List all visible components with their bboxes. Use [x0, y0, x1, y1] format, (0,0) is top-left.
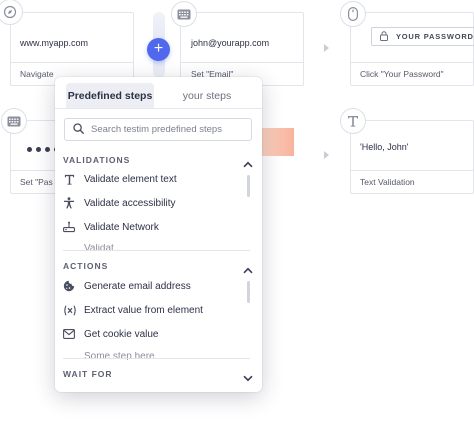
step-card-set-email[interactable]: john@yourapp.com Set "Email" — [180, 12, 304, 86]
actions-scrollbar[interactable] — [247, 281, 250, 303]
tab-divider — [55, 108, 262, 109]
password-placeholder: YOUR PASSWORD — [396, 32, 474, 41]
accessibility-icon — [63, 197, 75, 209]
search-input[interactable]: Search testim predefined steps — [64, 118, 252, 141]
predefined-steps-popup: Predefined steps your steps Search testi… — [55, 77, 262, 392]
section-title: VALIDATIONS — [63, 155, 131, 165]
flow-arrow-icon — [324, 44, 329, 52]
step-card-body: www.myapp.com — [11, 13, 133, 63]
step-item-label: Get cookie value — [84, 328, 159, 340]
step-value: 'Hello, John' — [360, 142, 409, 152]
step-item-validate-element-text[interactable]: Validate element text — [63, 171, 177, 187]
section-actions-header[interactable]: ACTIONS — [55, 260, 262, 274]
step-item-generate-email[interactable]: Generate email address — [63, 278, 191, 294]
variable-icon — [63, 304, 77, 316]
search-icon — [73, 121, 84, 139]
search-placeholder: Search testim predefined steps — [91, 124, 222, 135]
step-item-label: Extract value from element — [84, 304, 203, 316]
step-item-validate-network[interactable]: Validate Network — [63, 219, 159, 235]
step-card-body: 'Hello, John' — [351, 121, 473, 171]
step-card-navigate[interactable]: www.myapp.com Navigate — [10, 12, 134, 86]
step-card-body: john@yourapp.com — [181, 13, 303, 63]
popup-tabs: Predefined steps your steps — [55, 77, 262, 108]
text-icon — [63, 173, 75, 185]
section-title: ACTIONS — [63, 261, 109, 271]
section-title: WAIT FOR — [63, 369, 113, 379]
step-item-extract-value[interactable]: Extract value from element — [63, 302, 203, 318]
section-wait-for-header[interactable]: WAIT FOR — [55, 368, 262, 382]
step-card-body: YOUR PASSWORD — [351, 13, 474, 63]
step-label: Text Validation — [360, 177, 415, 187]
step-item-label: Validate accessibility — [84, 197, 176, 209]
step-value: www.myapp.com — [20, 38, 89, 48]
step-card-click-password[interactable]: YOUR PASSWORD Click "Your Password" — [350, 12, 474, 86]
tab-predefined-steps[interactable]: Predefined steps — [66, 83, 154, 108]
step-item-label: Generate email address — [84, 280, 191, 292]
chevron-down-icon[interactable] — [243, 369, 253, 387]
section-divider — [63, 250, 250, 251]
add-step-button[interactable]: + — [147, 38, 170, 61]
tab-your-steps[interactable]: your steps — [165, 83, 249, 108]
envelope-icon — [63, 328, 75, 340]
chevron-up-icon[interactable] — [243, 261, 253, 279]
lock-icon — [380, 28, 388, 46]
keyboard-icon — [1, 108, 27, 134]
step-item-label: Validate Network — [84, 221, 159, 233]
text-icon — [340, 108, 366, 134]
step-value: john@yourapp.com — [191, 38, 270, 48]
step-label: Navigate — [20, 69, 54, 79]
step-card-text-validation[interactable]: 'Hello, John' Text Validation — [350, 120, 474, 194]
validations-scrollbar[interactable] — [247, 175, 250, 197]
section-divider — [63, 358, 250, 359]
step-label: Set "Pas — [20, 177, 53, 187]
step-label: Click "Your Password" — [360, 69, 444, 79]
step-item-get-cookie[interactable]: Get cookie value — [63, 326, 159, 342]
cookie-icon — [63, 280, 75, 292]
chevron-up-icon[interactable] — [243, 155, 253, 173]
flow-arrow-icon — [324, 151, 329, 159]
mouse-icon — [340, 1, 366, 27]
highlighted-element-preview — [258, 128, 294, 156]
section-validations-header[interactable]: VALIDATIONS — [55, 154, 262, 168]
step-item-validate-accessibility[interactable]: Validate accessibility — [63, 195, 176, 211]
step-item-label: Validate element text — [84, 173, 177, 185]
network-icon — [63, 221, 75, 233]
password-field-preview: YOUR PASSWORD — [371, 27, 474, 46]
keyboard-icon — [171, 1, 197, 27]
